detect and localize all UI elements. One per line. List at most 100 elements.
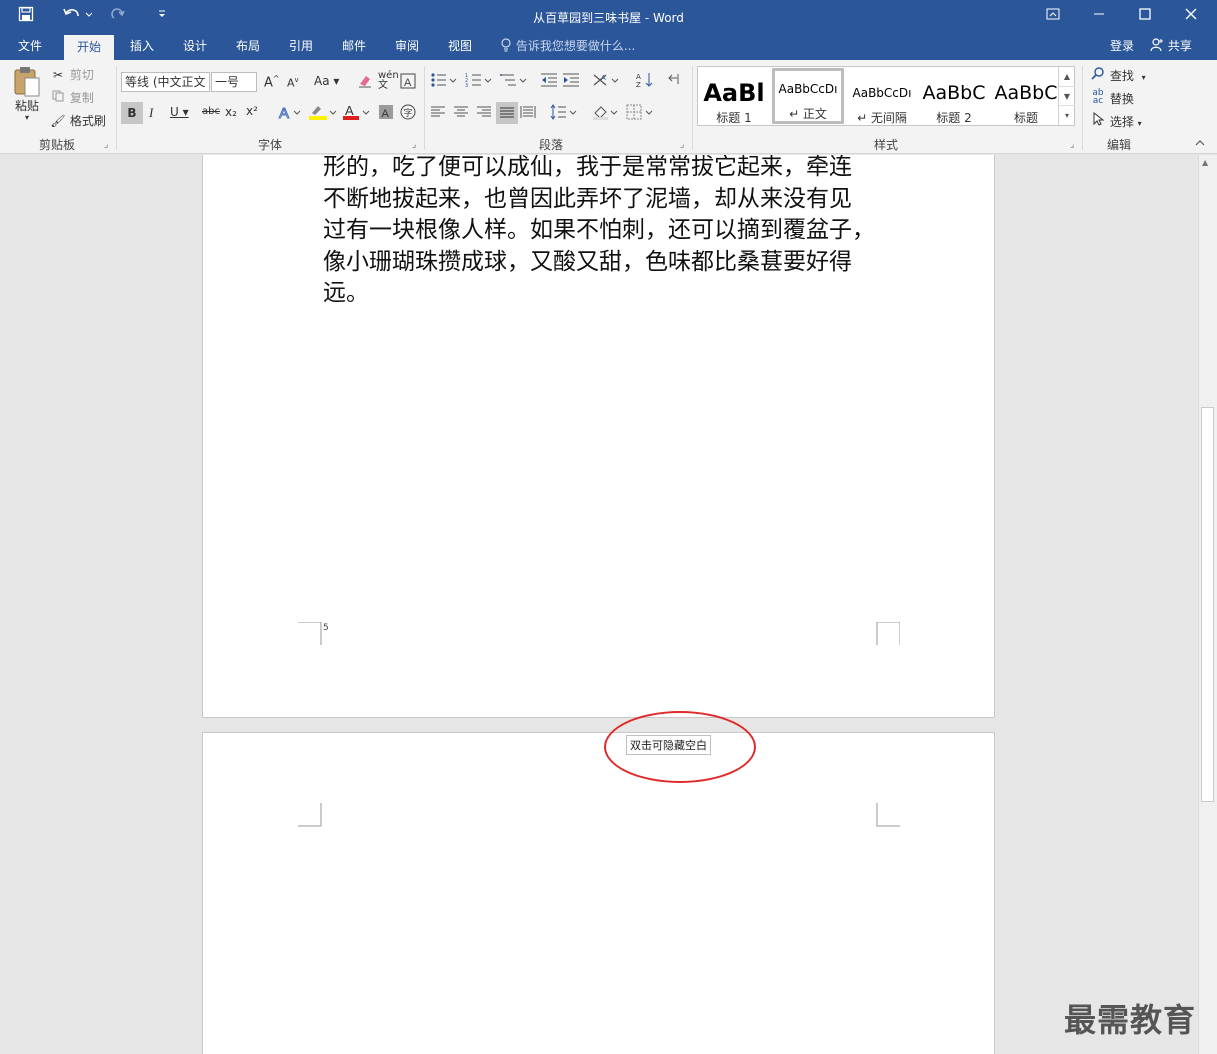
tab-references[interactable]: 引用: [279, 33, 323, 60]
document-area[interactable]: 形的，吃了便可以成仙，我于是常常拔它起来，牵连 不断地拔起来，也曾因此弄坏了泥墙…: [0, 155, 1198, 1054]
scrollbar-thumb[interactable]: [1201, 407, 1214, 802]
strikethrough-label: abc: [202, 106, 220, 117]
document-page[interactable]: [202, 732, 995, 1054]
body-text[interactable]: 形的，吃了便可以成仙，我于是常常拔它起来，牵连 不断地拔起来，也曾因此弄坏了泥墙…: [323, 155, 883, 310]
distributed-icon[interactable]: [520, 105, 536, 122]
highlight-color-icon[interactable]: [308, 103, 338, 124]
font-color-icon[interactable]: A: [342, 103, 372, 124]
tab-layout[interactable]: 布局: [226, 33, 270, 60]
maximize-button[interactable]: [1122, 0, 1168, 33]
phonetic-guide-icon[interactable]: wén 文: [378, 71, 399, 91]
align-center-icon[interactable]: [453, 105, 469, 122]
chinese-layout-icon[interactable]: A: [592, 72, 622, 91]
chevron-down-icon[interactable]: ▼: [1059, 86, 1075, 105]
change-case-button[interactable]: Aa ▾: [314, 74, 339, 88]
font-dialog-launcher-icon[interactable]: ⌟: [412, 140, 416, 150]
character-shading-icon[interactable]: A: [378, 104, 394, 123]
group-separator: [116, 66, 117, 150]
select-button[interactable]: 选择 ▾: [1090, 111, 1142, 130]
style-heading-2[interactable]: AaBbC 标题 2: [918, 75, 990, 133]
find-button[interactable]: 查找 ▾: [1090, 66, 1146, 84]
format-painter-button[interactable]: 🖌 格式刷: [50, 112, 105, 129]
person-icon: [1150, 38, 1168, 53]
tab-view[interactable]: 视图: [438, 33, 482, 60]
bullets-icon[interactable]: [430, 72, 458, 91]
sort-icon[interactable]: AZ: [636, 72, 654, 91]
tell-me-box[interactable]: 告诉我您想要做什么...: [500, 33, 635, 60]
svg-text:3: 3: [465, 83, 468, 88]
find-label: 查找: [1109, 69, 1134, 83]
tab-insert[interactable]: 插入: [120, 33, 164, 60]
copy-label: 复制: [69, 91, 94, 105]
style-title[interactable]: AaBbC 标题: [990, 75, 1062, 133]
subscript-button[interactable]: x₂: [225, 105, 237, 119]
gallery-scroll[interactable]: ▲ ▼ ▾: [1058, 67, 1075, 125]
chevron-up-icon[interactable]: ▲: [1059, 67, 1075, 86]
text-line-content: 不断地拔起来，也曾因此弄坏了泥墙，却从来没有见: [323, 185, 852, 212]
document-page[interactable]: 形的，吃了便可以成仙，我于是常常拔它起来，牵连 不断地拔起来，也曾因此弄坏了泥墙…: [202, 155, 995, 718]
underline-button[interactable]: U ▾: [170, 105, 189, 119]
paragraph-group-label: 段落: [538, 138, 563, 152]
svg-text:字: 字: [404, 107, 413, 119]
style-preview: AaBbCcDı: [778, 82, 838, 96]
increase-indent-icon[interactable]: [562, 72, 580, 91]
close-button[interactable]: [1168, 0, 1214, 33]
font-name-value: 等线 (中文正文: [121, 72, 210, 92]
replace-button[interactable]: ab ac 替换: [1090, 88, 1133, 107]
minimize-button[interactable]: [1076, 0, 1122, 33]
watermark-text: 最需教育: [1064, 1001, 1197, 1039]
align-right-icon[interactable]: [476, 105, 492, 122]
text-line: 远。: [323, 278, 883, 310]
strikethrough-button[interactable]: abc: [202, 106, 220, 117]
ribbon-display-options-icon[interactable]: [1030, 0, 1076, 33]
paste-button[interactable]: 粘贴 ▾: [10, 66, 44, 122]
replace-icon: ab ac: [1092, 88, 1104, 106]
collapse-ribbon-icon[interactable]: [1194, 138, 1206, 151]
shrink-font-button[interactable]: Av: [287, 76, 299, 90]
borders-icon[interactable]: [626, 104, 656, 123]
share-button[interactable]: 共享: [1150, 33, 1192, 59]
character-border-icon[interactable]: A: [400, 73, 416, 92]
cut-button[interactable]: ✂ 剪切: [50, 66, 94, 83]
line-spacing-icon[interactable]: [550, 104, 578, 123]
dialog-launcher-icon[interactable]: ⌟: [104, 140, 108, 150]
copy-button[interactable]: 复制: [50, 89, 94, 106]
styles-dialog-launcher-icon[interactable]: ⌟: [1070, 140, 1074, 150]
show-marks-icon[interactable]: [668, 72, 680, 91]
style-no-spacing[interactable]: AaBbCcDı ↵ 无间隔: [846, 75, 918, 133]
numbering-icon[interactable]: 123: [465, 72, 493, 91]
text-effects-icon[interactable]: A: [278, 104, 302, 123]
editing-group-label: 编辑: [1106, 138, 1131, 152]
multilevel-list-icon[interactable]: [500, 72, 528, 91]
bold-button[interactable]: B: [121, 102, 143, 124]
justify-icon[interactable]: [496, 102, 518, 124]
decrease-indent-icon[interactable]: [540, 72, 558, 91]
bold-label: B: [127, 106, 137, 120]
style-normal[interactable]: AaBbCcDı ↵ 正文: [772, 68, 844, 124]
sign-in-link[interactable]: 登录: [1110, 33, 1134, 59]
tab-design[interactable]: 设计: [173, 33, 217, 60]
clear-formatting-icon[interactable]: [357, 73, 373, 92]
font-name-dropdown[interactable]: 等线 (中文正文: [121, 72, 210, 95]
style-preview: AaBbCcDı: [852, 86, 912, 100]
margin-corner-mark: [298, 622, 322, 645]
superscript-button[interactable]: x²: [246, 104, 258, 118]
style-preview: AaBl: [703, 79, 765, 107]
scroll-up-icon[interactable]: ▲: [1202, 158, 1208, 167]
font-size-dropdown[interactable]: 一号: [211, 72, 257, 92]
enclose-characters-icon[interactable]: 字: [400, 104, 416, 123]
tab-home[interactable]: 开始: [64, 35, 114, 60]
vertical-scrollbar[interactable]: ▲: [1198, 155, 1217, 1054]
more-styles-icon[interactable]: ▾: [1059, 105, 1075, 124]
style-name: 标题 2: [936, 111, 972, 125]
paragraph-dialog-launcher-icon[interactable]: ⌟: [680, 140, 684, 150]
grow-font-button[interactable]: A^: [264, 74, 280, 90]
italic-button[interactable]: I: [149, 105, 153, 121]
align-left-icon[interactable]: [430, 105, 446, 122]
tab-mailings[interactable]: 邮件: [332, 33, 376, 60]
style-heading-1[interactable]: AaBl 标题 1: [698, 75, 770, 133]
shading-icon[interactable]: [592, 104, 622, 123]
tab-review[interactable]: 审阅: [385, 33, 429, 60]
tab-file[interactable]: 文件: [8, 33, 52, 60]
group-separator: [692, 66, 693, 150]
